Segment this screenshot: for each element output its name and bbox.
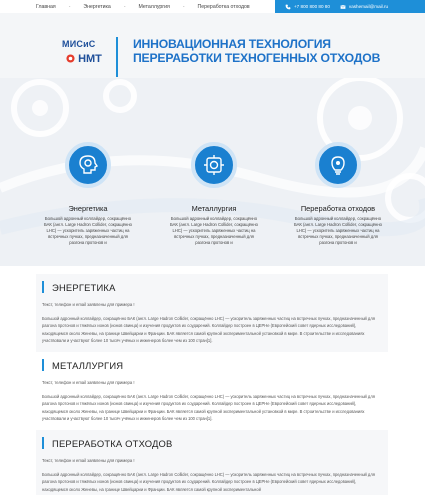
nav-separator: - — [123, 3, 126, 10]
logo-top-text: МИСиС — [62, 39, 96, 49]
email-contact[interactable]: vashemail@mail.ru — [340, 4, 388, 10]
section-recycling: ПЕРЕРАБОТКА ОТХОДОВ Текст, телефон и ema… — [36, 430, 388, 495]
phone-contact[interactable]: +7 800 800 80 80 — [285, 4, 330, 10]
contacts-bar: +7 800 800 80 80 vashemail@mail.ru — [275, 0, 425, 13]
section-energy: ЭНЕРГЕТИКА Текст, телефон и email заявле… — [36, 274, 388, 354]
feature-icon-circle — [315, 142, 361, 188]
feature-title: Металлургия — [191, 204, 237, 213]
feature-metallurgy[interactable]: Металлургия Большой адронный коллайдер, … — [164, 142, 264, 246]
email-address: vashemail@mail.ru — [348, 4, 389, 9]
nav-link-recycling[interactable]: Переработка отходов — [198, 4, 250, 10]
top-bar: Главная - Энергетика - Металлургия - Пер… — [0, 0, 425, 13]
section-heading: ПЕРЕРАБОТКА ОТХОДОВ — [42, 436, 382, 450]
section-text: Большой адронный коллайдер, сокращённо Б… — [42, 472, 375, 492]
headline-line-1: ИННОВАЦИОННАЯ ТЕХНОЛОГИЯ — [133, 37, 331, 51]
section-metallurgy: МЕТАЛЛУРГИЯ Текст, телефон и email заявл… — [36, 352, 388, 430]
mail-icon — [340, 4, 346, 9]
logo-bottom-text: НМТ — [78, 53, 102, 65]
section-text: Большой адронный коллайдер, сокращённо Б… — [42, 394, 375, 422]
header-divider — [116, 37, 118, 77]
headline-line-2: ПЕРЕРАБОТКИ ТЕХНОГЕННЫХ ОТХОДОВ — [133, 51, 381, 65]
section-text: Большой адронный коллайдер, сокращённо Б… — [42, 316, 375, 344]
gear-head-icon — [79, 155, 99, 174]
section-heading-bar — [42, 359, 44, 371]
phone-icon — [285, 4, 291, 9]
gear-lightbulb-icon — [331, 156, 345, 175]
section-title: МЕТАЛЛУРГИЯ — [52, 359, 124, 371]
feature-title: Энергетика — [68, 204, 108, 213]
feature-description: Большой адронный коллайдер, сокращённо Б… — [43, 216, 133, 246]
section-title: ЭНЕРГЕТИКА — [52, 281, 116, 293]
nav-link-energy[interactable]: Энергетика — [83, 4, 110, 10]
section-title: ПЕРЕРАБОТКА ОТХОДОВ — [52, 437, 173, 449]
section-heading-bar — [42, 281, 44, 293]
nav-link-home[interactable]: Главная — [36, 4, 56, 10]
nav-separator: - — [182, 3, 185, 10]
feature-icon-circle — [65, 142, 111, 188]
feature-energy[interactable]: Энергетика Большой адронный коллайдер, с… — [38, 142, 138, 246]
section-heading: МЕТАЛЛУРГИЯ — [42, 358, 382, 372]
feature-recycling[interactable]: Переработка отходов Большой адронный кол… — [288, 142, 388, 246]
gear-bug-icon — [204, 155, 224, 175]
main-nav: Главная - Энергетика - Металлургия - Пер… — [0, 0, 275, 13]
nmt-logo-icon — [66, 54, 75, 63]
section-subtitle: Текст, телефон и email заявлены для прим… — [42, 458, 135, 463]
phone-number: +7 800 800 80 80 — [294, 4, 330, 9]
section-subtitle: Текст, телефон и email заявлены для прим… — [42, 302, 135, 307]
features-banner: Энергетика Большой адронный коллайдер, с… — [0, 78, 425, 266]
nav-link-metallurgy[interactable]: Металлургия — [139, 4, 170, 10]
feature-icon-circle — [191, 142, 237, 188]
feature-title: Переработка отходов — [300, 204, 376, 213]
misis-logo[interactable]: МИСиС — [62, 39, 96, 49]
nav-separator: - — [68, 3, 71, 10]
feature-description: Большой адронный коллайдер, сокращённо Б… — [169, 216, 259, 246]
section-subtitle: Текст, телефон и email заявлены для прим… — [42, 380, 135, 385]
nmt-logo[interactable]: НМТ — [66, 53, 102, 65]
page-headline: ИННОВАЦИОННАЯ ТЕХНОЛОГИЯ ПЕРЕРАБОТКИ ТЕХ… — [133, 37, 413, 65]
site-header: МИСиС НМТ ИННОВАЦИОННАЯ ТЕХНОЛОГИЯ ПЕРЕР… — [0, 13, 425, 78]
feature-description: Большой адронный коллайдер, сокращённо Б… — [293, 216, 383, 246]
section-heading-bar — [42, 437, 44, 449]
section-heading: ЭНЕРГЕТИКА — [42, 280, 382, 294]
